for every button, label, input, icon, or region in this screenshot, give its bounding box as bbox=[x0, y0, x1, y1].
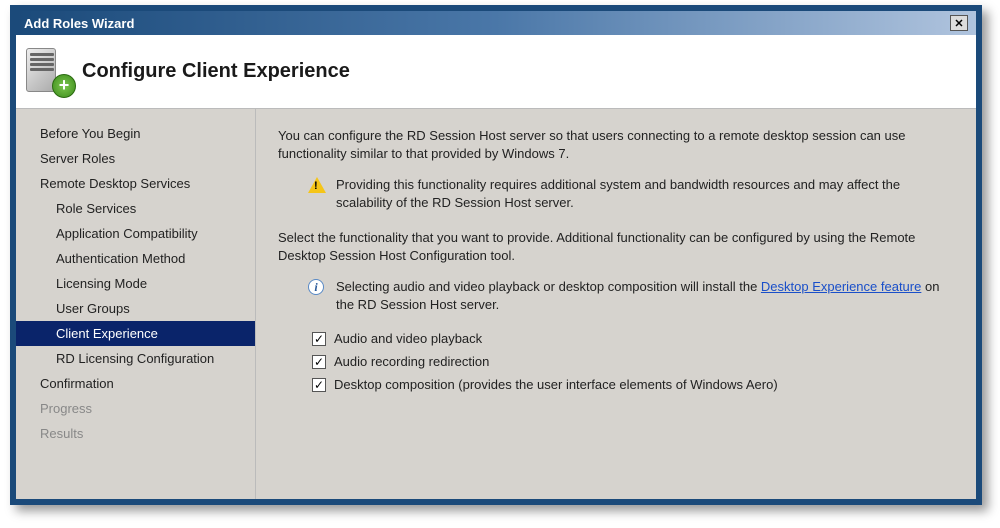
sidebar: Before You Begin Server Roles Remote Des… bbox=[16, 109, 256, 499]
info-icon: i bbox=[308, 279, 326, 297]
sidebar-item-user-groups[interactable]: User Groups bbox=[16, 296, 255, 321]
warning-text: Providing this functionality requires ad… bbox=[336, 176, 954, 211]
window-title: Add Roles Wizard bbox=[24, 16, 134, 31]
titlebar: Add Roles Wizard ✕ bbox=[16, 11, 976, 35]
checkbox-desktop-composition[interactable]: ✓ Desktop composition (provides the user… bbox=[312, 377, 954, 392]
sidebar-item-server-roles[interactable]: Server Roles bbox=[16, 146, 255, 171]
checkbox-audio-video-playback[interactable]: ✓ Audio and video playback bbox=[312, 331, 954, 346]
warning-notice: Providing this functionality requires ad… bbox=[308, 176, 954, 211]
warning-icon bbox=[308, 177, 326, 195]
info-notice: i Selecting audio and video playback or … bbox=[308, 278, 954, 313]
sidebar-item-confirmation[interactable]: Confirmation bbox=[16, 371, 255, 396]
sidebar-item-licensing-mode[interactable]: Licensing Mode bbox=[16, 271, 255, 296]
checkbox-label: Audio and video playback bbox=[334, 331, 482, 346]
checkbox-input[interactable]: ✓ bbox=[312, 332, 326, 346]
sidebar-item-rd-licensing-configuration[interactable]: RD Licensing Configuration bbox=[16, 346, 255, 371]
sidebar-item-client-experience[interactable]: Client Experience bbox=[16, 321, 255, 346]
header: + Configure Client Experience bbox=[16, 35, 976, 109]
instruction-text: Select the functionality that you want t… bbox=[278, 229, 954, 264]
sidebar-item-remote-desktop-services[interactable]: Remote Desktop Services bbox=[16, 171, 255, 196]
server-add-icon: + bbox=[26, 48, 74, 96]
sidebar-item-application-compatibility[interactable]: Application Compatibility bbox=[16, 221, 255, 246]
intro-text: You can configure the RD Session Host se… bbox=[278, 127, 954, 162]
checkbox-input[interactable]: ✓ bbox=[312, 355, 326, 369]
sidebar-item-before-you-begin[interactable]: Before You Begin bbox=[16, 121, 255, 146]
page-title: Configure Client Experience bbox=[82, 60, 350, 83]
desktop-experience-link[interactable]: Desktop Experience feature bbox=[761, 279, 921, 294]
checkbox-label: Desktop composition (provides the user i… bbox=[334, 377, 778, 392]
plus-icon: + bbox=[52, 74, 76, 98]
sidebar-item-authentication-method[interactable]: Authentication Method bbox=[16, 246, 255, 271]
sidebar-item-results: Results bbox=[16, 421, 255, 446]
close-button[interactable]: ✕ bbox=[950, 15, 968, 31]
content-area: Before You Begin Server Roles Remote Des… bbox=[16, 109, 976, 499]
sidebar-item-progress: Progress bbox=[16, 396, 255, 421]
main-panel: You can configure the RD Session Host se… bbox=[256, 109, 976, 499]
checkbox-input[interactable]: ✓ bbox=[312, 378, 326, 392]
info-text: Selecting audio and video playback or de… bbox=[336, 278, 954, 313]
checkbox-list: ✓ Audio and video playback ✓ Audio recor… bbox=[312, 331, 954, 392]
wizard-window: Add Roles Wizard ✕ + Configure Client Ex… bbox=[10, 5, 982, 505]
sidebar-item-role-services[interactable]: Role Services bbox=[16, 196, 255, 221]
checkbox-audio-recording-redirection[interactable]: ✓ Audio recording redirection bbox=[312, 354, 954, 369]
checkbox-label: Audio recording redirection bbox=[334, 354, 489, 369]
